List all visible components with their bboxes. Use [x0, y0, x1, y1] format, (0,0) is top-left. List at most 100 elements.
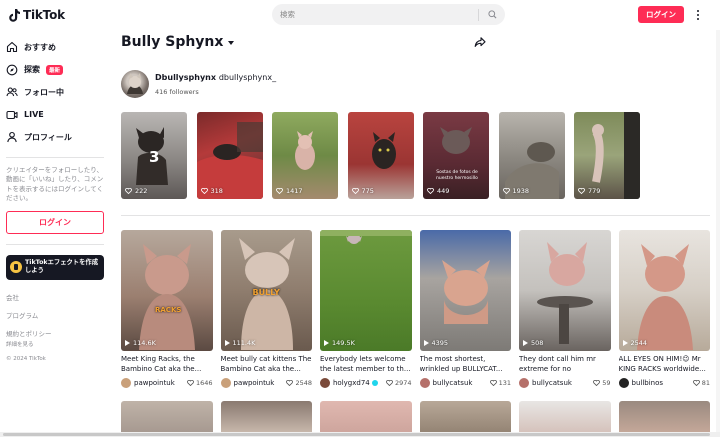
sidebar-item-profile[interactable]: プロフィール: [6, 126, 110, 149]
thumbnail-caption: RACKS: [155, 306, 182, 314]
video-thumbnail[interactable]: 2544: [618, 230, 710, 351]
playlist-title-row[interactable]: Bully Sphynx: [121, 34, 235, 50]
pinned-video[interactable]: 779: [574, 112, 640, 199]
video-meta: bullycatsuk 59: [519, 377, 611, 389]
avatar[interactable]: [419, 378, 430, 388]
sidebar-login-button[interactable]: ログイン: [6, 210, 104, 234]
video-thumbnail[interactable]: 508: [519, 230, 611, 351]
footer-link-company[interactable]: 会社: [6, 292, 110, 302]
heart-icon: [125, 188, 132, 194]
thumbnail-image: [196, 122, 263, 199]
heart-icon: [489, 380, 497, 386]
avatar[interactable]: [519, 378, 529, 388]
thumbnail-caption: BULLY: [252, 288, 280, 297]
video-card[interactable]: 149.5K Everybody lets welcome the latest…: [320, 230, 412, 389]
heart-icon: [427, 188, 434, 194]
sidebar-item-live[interactable]: LIVE: [6, 104, 110, 127]
follower-count: 416 followers: [155, 87, 199, 96]
video-thumbnail[interactable]: 149.5K: [320, 230, 412, 351]
create-effects-banner[interactable]: TikTokエフェクトを作成しよう: [6, 254, 104, 280]
video-author[interactable]: pawpointuk: [134, 379, 187, 387]
video-thumbnail[interactable]: 4395: [419, 230, 511, 351]
heart-icon: [276, 188, 283, 194]
login-prompt-text: クリエイターをフォローしたり、動画に「いいね」したり、コメントを表示するにはログ…: [6, 165, 104, 203]
video-description[interactable]: Meet bully cat kittens The Bambino Cat a…: [221, 354, 313, 374]
play-icon: [224, 340, 230, 346]
verified-icon: [371, 380, 378, 386]
video-card[interactable]: BULLY 111.4K Meet bully cat kittens The …: [220, 230, 313, 389]
video-card[interactable]: 508 They dont call him mr extreme for no…: [519, 230, 611, 389]
people-icon: [6, 87, 18, 97]
vertical-scrollbar[interactable]: [716, 30, 720, 437]
search-button[interactable]: [479, 4, 505, 25]
video-description[interactable]: They dont call him mr extreme for no rea…: [519, 354, 611, 374]
account-name[interactable]: Dbullysphynx: [155, 73, 216, 82]
account-handle: dbullysphynx_: [218, 72, 277, 82]
account-info[interactable]: Dbullysphynx dbullysphynx_ 416 followers: [121, 70, 276, 98]
thumbnail-image: [504, 142, 559, 199]
video-author[interactable]: holygxd74: [333, 379, 386, 387]
video-card[interactable]: 2544 ALL EYES ON HIM!😉 Mr KING RACKS wor…: [618, 230, 711, 389]
home-icon: [6, 42, 18, 53]
video-thumbnail[interactable]: BULLY 111.4K: [220, 230, 312, 351]
sidebar-divider: [6, 243, 104, 245]
account-name-line: Dbullysphynx dbullysphynx_: [155, 73, 276, 82]
play-icon: [423, 340, 429, 346]
video-description[interactable]: Everybody lets welcome the latest member…: [320, 354, 412, 374]
header-login-button[interactable]: ログイン: [638, 6, 684, 23]
video-meta: pawpointuk 2548: [220, 377, 312, 389]
avatar[interactable]: [220, 378, 231, 388]
share-icon[interactable]: [474, 36, 486, 48]
view-count: 779: [578, 187, 600, 195]
sidebar-item-explore[interactable]: 探索 最新: [6, 59, 110, 82]
more-options-icon[interactable]: [693, 7, 703, 23]
search-bar[interactable]: 検索: [272, 4, 505, 25]
heart-icon: [578, 188, 585, 194]
avatar[interactable]: [121, 378, 131, 388]
view-count: 149.5K: [324, 339, 355, 347]
video-card[interactable]: 4395 The most shortest, wrinkled up BULL…: [419, 230, 512, 389]
view-count: 775: [351, 187, 374, 195]
copyright-text: © 2024 TikTok: [6, 355, 46, 362]
heart-icon: [593, 380, 601, 386]
pinned-video[interactable]: Sostas de fotos de nuestro hermosillo 44…: [423, 112, 489, 199]
avatar[interactable]: [121, 70, 149, 98]
video-author[interactable]: bullbinos: [632, 379, 693, 387]
play-icon: [125, 340, 130, 346]
heart-icon: [200, 188, 208, 194]
video-author[interactable]: bullycatsuk: [433, 379, 490, 387]
pinned-video[interactable]: 318: [196, 112, 263, 199]
video-grid: RACKS 114.6K Meet King Racks, the Bambin…: [121, 230, 710, 389]
avatar[interactable]: [618, 378, 629, 388]
horizontal-scrollbar[interactable]: [0, 432, 720, 437]
avatar-cat-photo: [127, 73, 143, 94]
video-author[interactable]: pawpointuk: [234, 379, 287, 387]
video-thumbnail[interactable]: RACKS 114.6K: [121, 230, 213, 351]
video-meta: bullycatsuk 131: [419, 377, 511, 389]
view-count: 222: [125, 187, 147, 195]
video-description[interactable]: Meet King Racks, the Bambino Cat aka the…: [121, 354, 213, 374]
sidebar-item-following[interactable]: フォロー中: [6, 81, 110, 104]
heart-icon: [692, 380, 700, 386]
avatar[interactable]: [320, 378, 330, 388]
pinned-video[interactable]: 775: [347, 112, 414, 199]
video-author[interactable]: bullycatsuk: [532, 379, 593, 387]
video-description[interactable]: The most shortest, wrinkled up BULLYCAT.…: [420, 354, 512, 374]
video-card[interactable]: RACKS 114.6K Meet King Racks, the Bambin…: [121, 230, 213, 389]
tiktok-logo[interactable]: TikTok: [8, 8, 65, 22]
sidebar-item-foryou[interactable]: おすすめ: [6, 36, 110, 59]
pinned-video[interactable]: 3 222: [121, 112, 187, 199]
pinned-video[interactable]: 1938: [498, 112, 565, 199]
thumbnail-caption: Sostas de fotos de nuestro hermosillo: [436, 170, 478, 181]
view-count: 1417: [276, 187, 303, 195]
video-description[interactable]: ALL EYES ON HIM!😉 Mr KING RACKS worldwid…: [619, 354, 711, 374]
search-input[interactable]: 検索: [280, 9, 478, 20]
footer-see-more[interactable]: 詳細を見る: [6, 340, 110, 348]
pinned-number-overlay: 3: [149, 148, 160, 166]
effect-icon: [10, 261, 22, 273]
video-meta: pawpointuk 1646: [121, 377, 213, 389]
pinned-video[interactable]: 1417: [272, 112, 338, 199]
footer-link-program[interactable]: プログラム: [6, 310, 110, 320]
footer-link-terms[interactable]: 規約とポリシー: [6, 328, 110, 338]
user-icon: [7, 132, 17, 143]
